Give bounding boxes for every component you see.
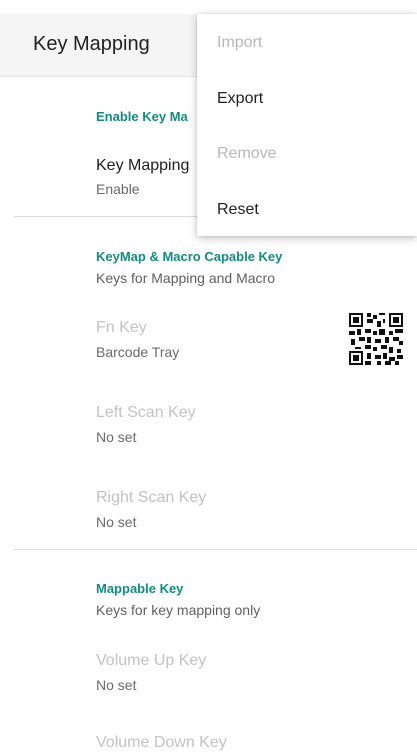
section-mappable: Mappable Key Keys for key mapping only V… (0, 550, 417, 753)
pref-item-title: Left Scan Key (96, 404, 196, 421)
overflow-menu: Import Export Remove Reset (197, 14, 417, 236)
pref-item-title: Right Scan Key (96, 489, 207, 506)
qr-code-icon[interactable] (349, 313, 403, 365)
category-summary-mappable: Keys for key mapping only (96, 602, 261, 618)
category-title-capable: KeyMap & Macro Capable Key (96, 249, 283, 264)
category-title-mappable: Mappable Key (96, 581, 184, 596)
menu-item-import[interactable]: Import (217, 34, 262, 52)
pref-item-volume-down-key[interactable]: Volume Down Key (0, 723, 417, 753)
pref-item-summary: Barcode Tray (96, 344, 180, 360)
pref-item-title: Key Mapping (96, 157, 190, 174)
menu-item-reset[interactable]: Reset (217, 201, 259, 219)
menu-item-remove[interactable]: Remove (217, 145, 277, 163)
menu-item-export[interactable]: Export (217, 90, 263, 108)
pref-item-title: Volume Up Key (96, 652, 207, 669)
page-title: Key Mapping (33, 33, 150, 55)
section-capable: KeyMap & Macro Capable Key Keys for Mapp… (0, 217, 417, 549)
pref-item-summary: Enable (96, 181, 140, 197)
pref-item-right-scan-key[interactable]: Right Scan Key No set (0, 481, 417, 551)
pref-item-left-scan-key[interactable]: Left Scan Key No set (0, 396, 417, 466)
pref-item-summary: No set (96, 514, 137, 530)
pref-item-summary: No set (96, 429, 137, 445)
pref-item-title: Fn Key (96, 319, 147, 336)
category-title-enable: Enable Key Ma (96, 109, 188, 124)
pref-item-summary: No set (96, 677, 137, 693)
category-summary-capable: Keys for Mapping and Macro (96, 270, 275, 286)
pref-item-title: Volume Down Key (96, 734, 227, 751)
pref-item-volume-up-key[interactable]: Volume Up Key No set (0, 644, 417, 714)
